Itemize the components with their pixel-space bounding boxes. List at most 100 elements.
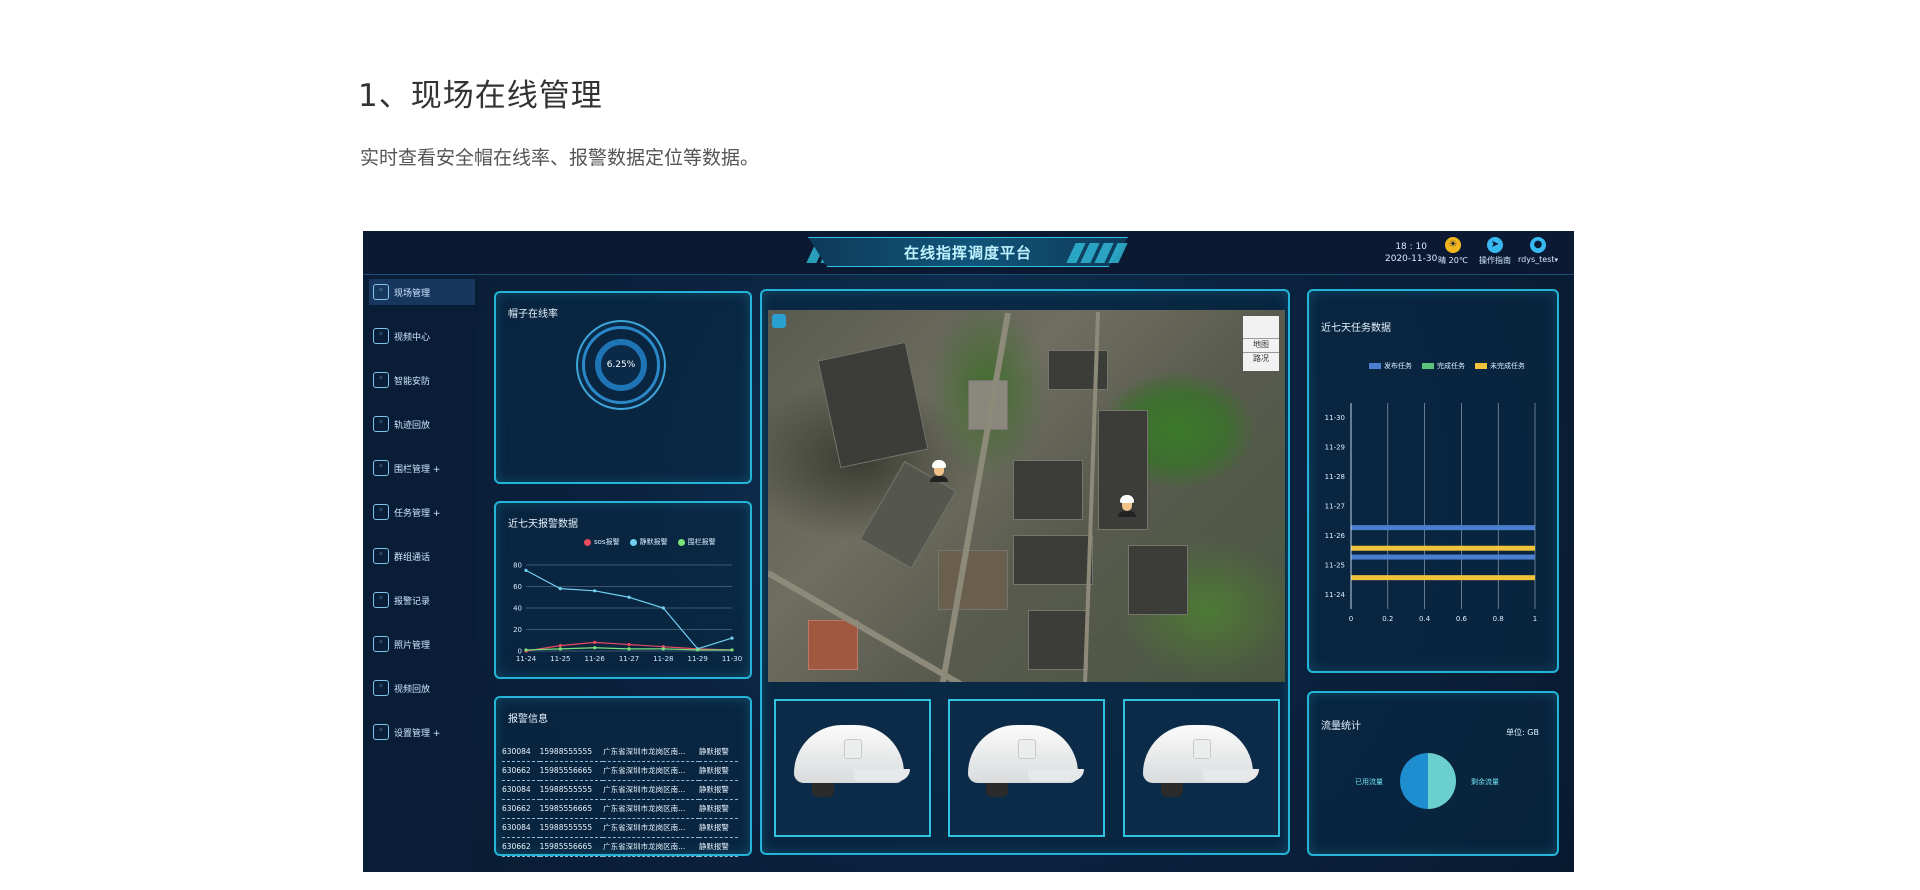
legend-silent: 静默报警 (629, 537, 668, 547)
weather-text: 晴 20℃ (1438, 256, 1468, 265)
layer-map[interactable]: 地图 (1243, 338, 1279, 350)
map-locate-button[interactable] (772, 314, 786, 328)
data-point (558, 587, 562, 591)
table-row[interactable]: 630084 15988555555 广东省深圳市龙岗区南... 静默报警 (502, 742, 738, 762)
legend-fence: 围栏报警 (677, 537, 716, 547)
clock-date: 2020-11-30 (1385, 254, 1438, 264)
sidebar-item[interactable]: ◦ 任务管理 + (369, 499, 475, 525)
pie-label-used: 已用流量 (1355, 778, 1383, 786)
x-tick-label: 11-26 (584, 655, 605, 663)
camera-icon: ◦ (373, 372, 389, 388)
photo-icon: ◦ (373, 636, 389, 652)
x-tick-label: 11-29 (687, 655, 707, 663)
table-row[interactable]: 630662 15985556665 广东省深圳市龙岗区南... 静默报警 (502, 761, 738, 781)
y-tick-label: 11-27 (1325, 503, 1345, 511)
traffic-panel: 流量统计 单位: GB 已用流量 剩余流量 (1307, 691, 1559, 856)
pie-label-remaining: 剩余流量 (1471, 778, 1499, 786)
helmet-card[interactable] (948, 699, 1105, 837)
satellite-map[interactable]: 地图 路况 (768, 310, 1285, 682)
legend-done: 完成任务 (1422, 361, 1465, 371)
table-cell: 630662 (502, 799, 540, 819)
user-menu[interactable]: ● rdys_test▾ (1518, 237, 1558, 264)
alarm-line-chart: 02040608011-24 11-25 11-26 11-27 11-28 11-29 1… (513, 562, 742, 664)
table-cell: 静默报警 (698, 742, 738, 762)
header-deco-right (1066, 243, 1131, 263)
bar (1351, 575, 1535, 581)
page-description: 实时查看安全帽在线率、报警数据定位等数据。 (360, 147, 760, 169)
sidebar-item[interactable]: ◦ 报警记录 (369, 587, 475, 613)
data-point (627, 595, 631, 599)
worker-marker[interactable] (930, 460, 948, 482)
table-cell: 15985556665 (539, 837, 604, 857)
y-tick-label: 11-26 (1325, 532, 1346, 540)
series-line (525, 569, 733, 650)
table-row[interactable]: 630662 15985556665 广东省深圳市龙岗区南... 静默报警 (502, 799, 738, 819)
sidebar-item[interactable]: ◦ 围栏管理 + (369, 455, 475, 481)
traffic-title: 流量统计 (1321, 721, 1361, 732)
table-cell: 630084 (502, 742, 540, 762)
map-layer-switch[interactable]: 地图 路况 (1243, 316, 1279, 371)
sidebar-item-label: 设置管理 + (394, 728, 441, 739)
history-icon: ◦ (373, 416, 389, 432)
data-point (627, 647, 631, 651)
alarm-table: 630084 15988555555 广东省深圳市龙岗区南... 静默报警 630662… (502, 742, 738, 857)
data-point (627, 642, 631, 647)
guide-button[interactable]: ➤ 操作指南 (1475, 237, 1515, 266)
task-icon: ◦ (373, 504, 389, 520)
table-cell: 15988555555 (539, 780, 604, 800)
table-cell: 广东省深圳市龙岗区南... (603, 837, 699, 857)
table-cell: 广东省深圳市龙岗区南... (603, 818, 699, 838)
sidebar-item-label: 任务管理 + (394, 508, 441, 519)
user-icon: ● (1530, 237, 1546, 253)
y-tick-label: 60 (513, 583, 522, 591)
table-cell: 广东省深圳市龙岗区南... (603, 799, 699, 819)
table-cell: 广东省深圳市龙岗区南... (603, 780, 699, 800)
compass-icon: ➤ (1487, 237, 1503, 253)
table-cell: 630662 (502, 837, 540, 857)
helmet-card[interactable] (1123, 699, 1280, 837)
task-bar-chart: 0 0.2 0.4 0.6 0.8 1 11-24 11-25 11-26 11-27 11-28 1… (1325, 403, 1537, 623)
table-cell: 广东省深圳市龙岗区南... (603, 742, 699, 762)
sidebar-item-label: 智能安防 (394, 376, 431, 387)
helmet-image (968, 725, 1088, 805)
online-rate-title: 帽子在线率 (508, 309, 558, 320)
sidebar-item[interactable]: ◦ 轨迹回放 (369, 411, 475, 437)
data-point (558, 647, 562, 651)
x-tick-label: 11-24 (516, 655, 537, 663)
table-row[interactable]: 630084 15988555555 广东省深圳市龙岗区南... 静默报警 (502, 818, 738, 838)
sidebar-item-label: 现场管理 (394, 288, 431, 299)
sidebar-item[interactable]: ◦ 现场管理 (369, 279, 475, 305)
x-tick-label: 11-28 (653, 655, 673, 663)
sidebar-item-label: 照片管理 (394, 640, 431, 651)
sidebar-item-label: 视频中心 (394, 332, 431, 343)
table-cell: 15988555555 (539, 742, 604, 762)
sidebar-item[interactable]: ◦ 设置管理 + (369, 719, 475, 745)
alarm-chart-legend: sos报警 静默报警 围栏报警 (584, 537, 716, 547)
table-cell: 静默报警 (698, 799, 738, 819)
helmet-image (794, 725, 914, 805)
legend-published: 发布任务 (1369, 361, 1412, 371)
worker-marker[interactable] (1118, 495, 1136, 517)
clock-time: 18 : 10 (1395, 242, 1427, 252)
helmet-card[interactable] (774, 699, 931, 837)
sidebar-item[interactable]: ◦ 照片管理 (369, 631, 475, 657)
data-point (524, 648, 528, 652)
y-tick-label: 11-28 (1325, 473, 1345, 481)
sidebar-item[interactable]: ◦ 视频中心 (369, 323, 475, 349)
sidebar-item[interactable]: ◦ 智能安防 (369, 367, 475, 393)
y-tick-label: 11-25 (1325, 561, 1345, 569)
data-point (696, 648, 700, 652)
sidebar-item[interactable]: ◦ 视频回放 (369, 675, 475, 701)
app-header: 在线指挥调度平台 18 : 10 2020-11-30 ☀ 晴 20℃ ➤ 操作… (363, 231, 1574, 275)
sidebar-item[interactable]: ◦ 群组通话 (369, 543, 475, 569)
table-row[interactable]: 630084 15988555555 广东省深圳市龙岗区南... 静默报警 (502, 780, 738, 800)
table-row[interactable]: 630662 15985556665 广东省深圳市龙岗区南... 静默报警 (502, 837, 738, 857)
legend-undone: 未完成任务 (1475, 361, 1525, 371)
layer-traffic[interactable]: 路况 (1243, 352, 1279, 364)
sidebar-item-label: 报警记录 (394, 596, 431, 607)
x-tick-label: 11-30 (722, 655, 742, 663)
x-tick-label: 0.2 (1382, 615, 1393, 623)
settings-icon: ◦ (373, 724, 389, 740)
y-tick-label: 80 (513, 562, 522, 570)
sidebar: ◦ 现场管理 ◦ 视频中心 ◦ 智能安防 ◦ 轨迹回放 ◦ 围栏管理 + ◦ 任务管理 + ◦ 群组通话 ◦… (363, 275, 477, 872)
